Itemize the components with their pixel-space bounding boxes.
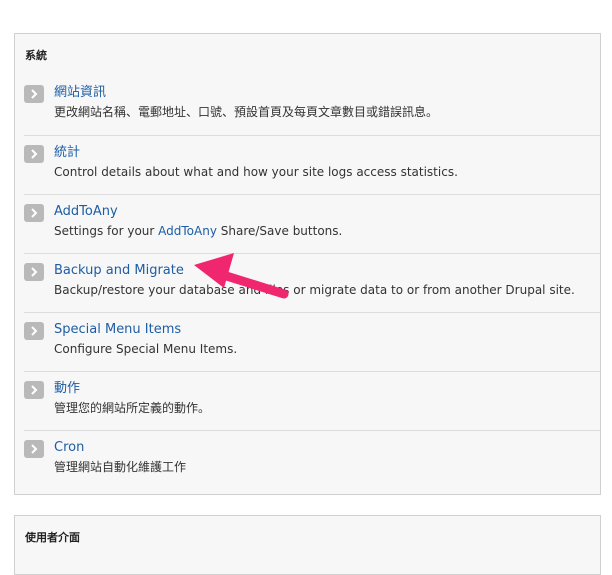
user-interface-panel: 使用者介面 [14, 515, 601, 575]
chevron-right-icon [24, 381, 44, 399]
item-description: Configure Special Menu Items. [54, 342, 238, 356]
addtoany-inline-link[interactable]: AddToAny [158, 224, 217, 238]
chevron-right-icon [24, 204, 44, 222]
chevron-right-icon [24, 440, 44, 458]
config-link-statistics[interactable]: 統計 [54, 145, 600, 161]
config-link-backup-migrate[interactable]: Backup and Migrate [54, 263, 600, 279]
item-description: Settings for your AddToAny Share/Save bu… [54, 222, 600, 240]
description-text: Share/Save buttons. [216, 224, 343, 238]
config-link-actions[interactable]: 動作 [54, 381, 600, 397]
config-item-special-menu-items: Special Menu Items Configure Special Men… [24, 312, 600, 371]
chevron-right-icon [24, 322, 44, 340]
config-link-site-info[interactable]: 網站資訊 [54, 85, 600, 101]
chevron-right-icon [24, 263, 44, 281]
config-item-backup-migrate: Backup and Migrate Backup/restore your d… [24, 253, 600, 312]
config-link-addtoany[interactable]: AddToAny [54, 204, 600, 220]
chevron-right-icon [24, 145, 44, 163]
config-link-cron[interactable]: Cron [54, 440, 600, 456]
item-description: Control details about what and how your … [54, 165, 458, 179]
system-panel: 系統 網站資訊 更改網站名稱、電郵地址、口號、預設首頁及每頁文章數目或錯誤訊息。… [14, 33, 601, 495]
description-text: Settings for your [54, 224, 159, 238]
config-link-special-menu-items[interactable]: Special Menu Items [54, 322, 600, 338]
config-item-actions: 動作 管理您的網站所定義的動作。 [24, 371, 600, 430]
item-description: 管理您的網站所定義的動作。 [54, 401, 211, 415]
panel-title: 系統 [25, 49, 47, 62]
chevron-right-icon [24, 85, 44, 103]
item-description: 更改網站名稱、電郵地址、口號、預設首頁及每頁文章數目或錯誤訊息。 [54, 105, 439, 119]
config-list: 網站資訊 更改網站名稱、電郵地址、口號、預設首頁及每頁文章數目或錯誤訊息。 統計… [15, 76, 600, 489]
item-description: 管理網站自動化維護工作 [54, 460, 187, 474]
item-description: Backup/restore your database and files o… [54, 283, 575, 297]
config-item-statistics: 統計 Control details about what and how yo… [24, 135, 600, 194]
config-item-addtoany: AddToAny Settings for your AddToAny Shar… [24, 194, 600, 253]
config-item-site-info: 網站資訊 更改網站名稱、電郵地址、口號、預設首頁及每頁文章數目或錯誤訊息。 [24, 76, 600, 135]
config-item-cron: Cron 管理網站自動化維護工作 [24, 430, 600, 489]
